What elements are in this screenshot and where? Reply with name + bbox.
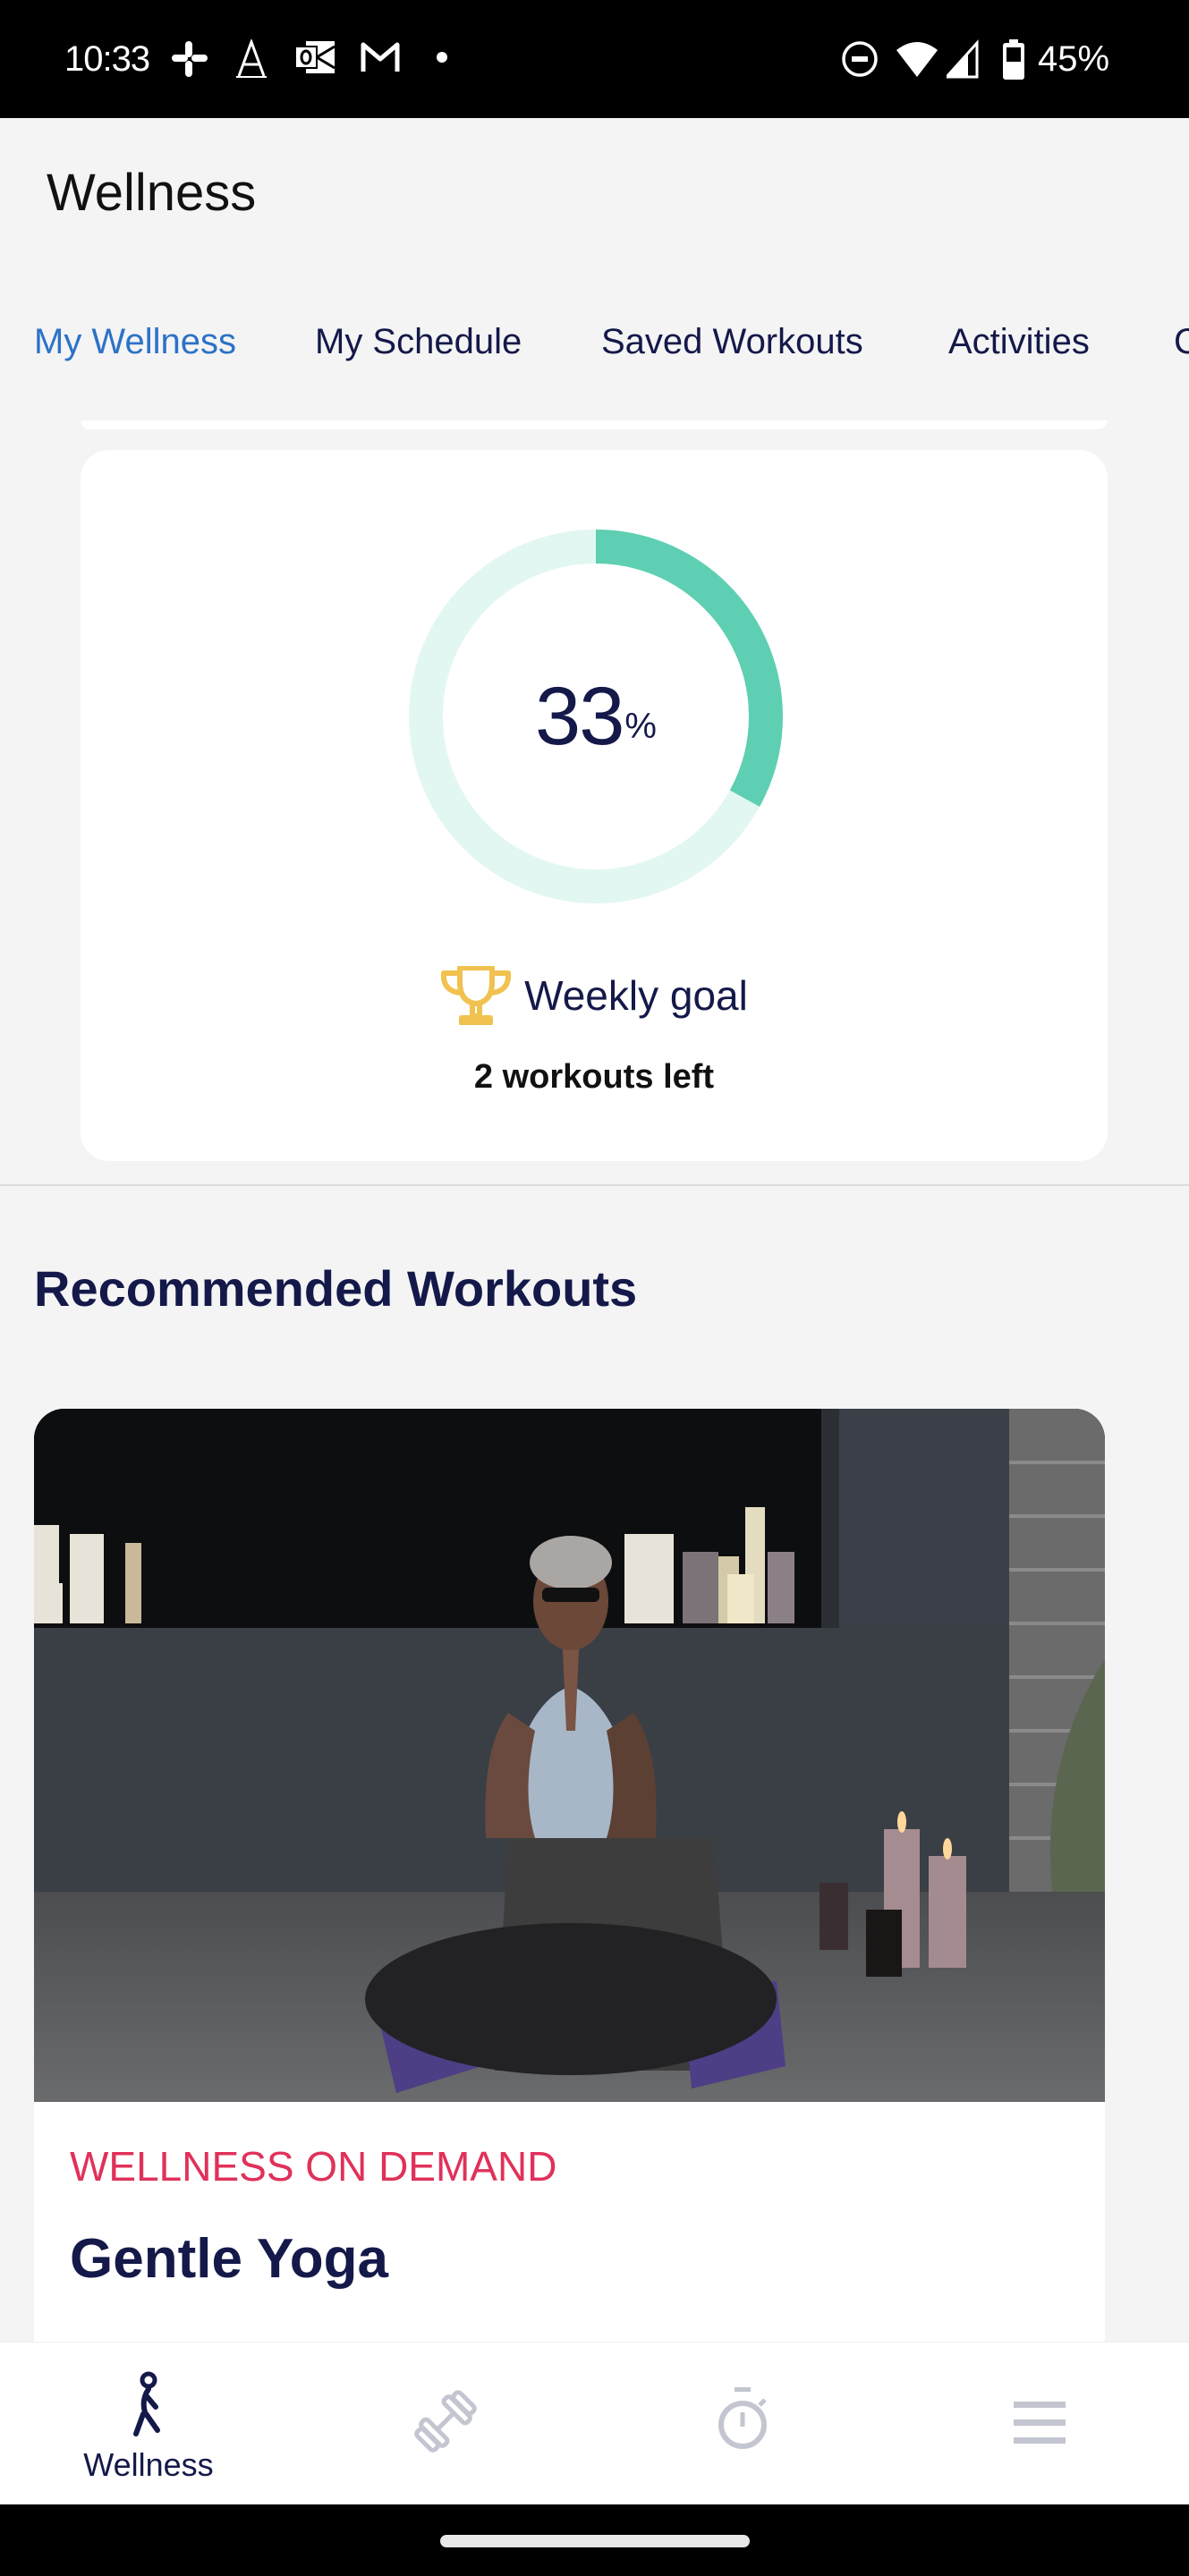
tab-my-wellness[interactable]: My Wellness bbox=[34, 322, 236, 362]
nav-label-wellness: Wellness bbox=[83, 2446, 214, 2483]
dumbbell-icon bbox=[414, 2390, 477, 2453]
gmail-icon bbox=[361, 42, 400, 72]
do-not-disturb-icon bbox=[842, 41, 878, 77]
stopwatch-icon bbox=[718, 2387, 767, 2449]
font-a-icon bbox=[236, 39, 267, 78]
tab-my-schedule[interactable]: My Schedule bbox=[315, 322, 522, 362]
workout-thumbnail[interactable] bbox=[34, 1409, 1105, 2102]
tab-saved-workouts[interactable]: Saved Workouts bbox=[601, 322, 863, 362]
weekly-goal-label: Weekly goal bbox=[524, 972, 748, 1019]
home-gesture-handle[interactable] bbox=[440, 2535, 750, 2547]
progress-unit: % bbox=[624, 706, 657, 746]
previous-card-edge bbox=[81, 420, 1108, 429]
section-divider bbox=[0, 1184, 1189, 1186]
system-navigation-bar bbox=[0, 2504, 1189, 2576]
nav-item-menu[interactable] bbox=[891, 2343, 1188, 2505]
status-time: 10:33 bbox=[64, 39, 150, 79]
weekly-progress-card[interactable]: 33 % Weekly goal 2 workouts left bbox=[81, 450, 1108, 1161]
trophy-icon bbox=[441, 966, 512, 1025]
tab-overflow[interactable]: C bbox=[1174, 322, 1189, 362]
progress-ring: 33 % bbox=[408, 529, 784, 904]
wifi-icon bbox=[896, 42, 938, 77]
battery-icon bbox=[1003, 39, 1024, 80]
slack-icon bbox=[172, 41, 208, 77]
workouts-left-text: 2 workouts left bbox=[473, 1058, 715, 1096]
walking-person-icon bbox=[133, 2371, 160, 2436]
recommended-workouts-heading: Recommended Workouts bbox=[34, 1260, 638, 1317]
bottom-navigation: Wellness bbox=[0, 2342, 1189, 2504]
weekly-goal-row: Weekly goal bbox=[81, 960, 1108, 1031]
menu-icon bbox=[1014, 2402, 1066, 2444]
status-bar: 10:33 45% bbox=[0, 0, 1189, 118]
page-title: Wellness bbox=[47, 164, 257, 222]
progress-label: 33 % bbox=[408, 529, 784, 904]
app-header: Wellness bbox=[0, 118, 1189, 297]
outlook-icon bbox=[295, 41, 335, 73]
workout-card[interactable]: WELLNESS ON DEMAND Gentle Yoga bbox=[34, 1409, 1105, 2393]
yoga-scene-image bbox=[34, 1409, 1105, 2102]
workout-title: Gentle Yoga bbox=[70, 2228, 389, 2290]
notification-dot-icon bbox=[437, 52, 447, 63]
nav-item-workouts[interactable] bbox=[297, 2343, 594, 2505]
cell-signal-icon bbox=[947, 39, 979, 79]
progress-value: 33 bbox=[535, 670, 624, 762]
nav-item-timer[interactable] bbox=[594, 2343, 891, 2505]
battery-percent: 45% bbox=[1038, 39, 1110, 79]
nav-item-wellness[interactable]: Wellness bbox=[0, 2343, 297, 2505]
tab-bar: My Wellness My Schedule Saved Workouts A… bbox=[0, 295, 1189, 394]
workout-category: WELLNESS ON DEMAND bbox=[70, 2143, 557, 2190]
tab-activities[interactable]: Activities bbox=[948, 322, 1090, 362]
